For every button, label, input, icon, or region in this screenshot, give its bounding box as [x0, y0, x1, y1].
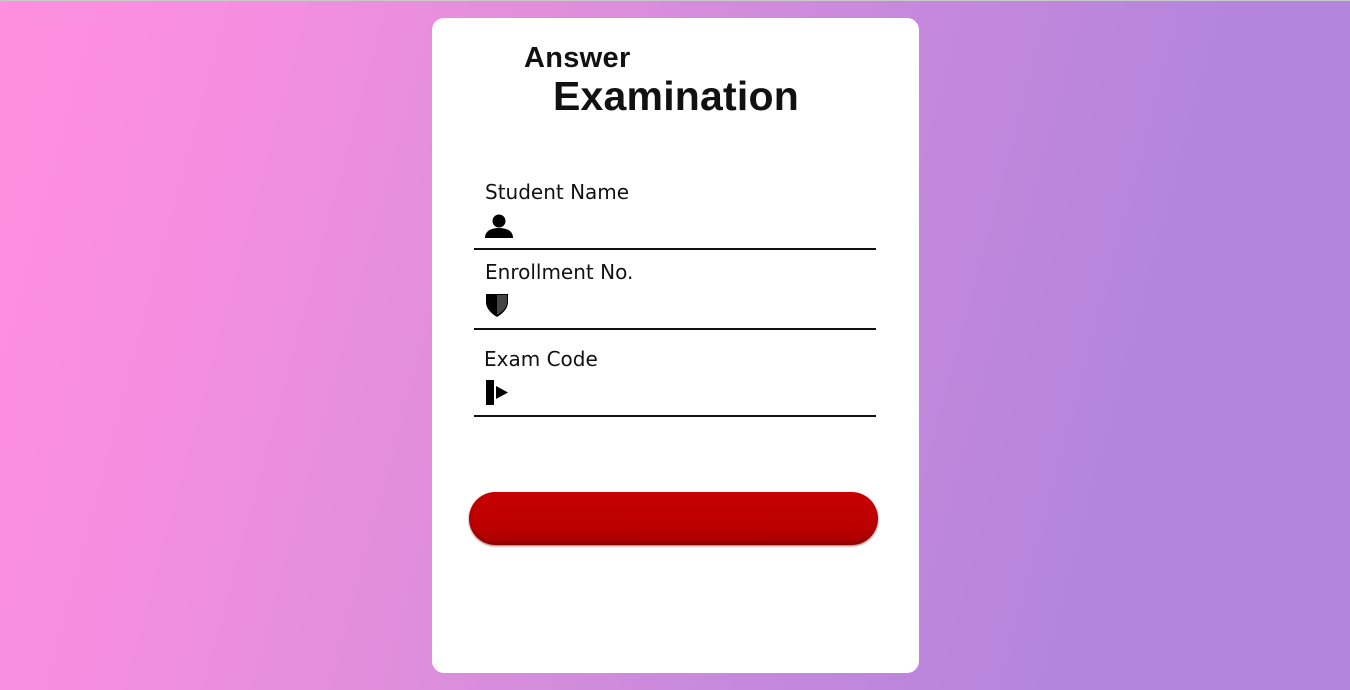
exam-code-label: Exam Code	[484, 347, 598, 371]
exam-code-underline	[474, 415, 876, 417]
exam-code-field: Exam Code	[474, 347, 876, 419]
login-card: Answer Examination Student Name Enrollme…	[432, 18, 919, 673]
title-answer: Answer	[524, 42, 631, 74]
student-name-input[interactable]	[520, 213, 870, 241]
enrollment-label: Enrollment No.	[485, 260, 634, 284]
student-name-label: Student Name	[485, 180, 630, 204]
shield-icon	[484, 292, 516, 320]
sign-in-icon	[484, 379, 516, 407]
student-name-underline	[474, 248, 876, 250]
exam-code-input[interactable]	[520, 379, 870, 407]
student-name-field: Student Name	[474, 180, 876, 252]
title-examination: Examination	[553, 73, 799, 119]
user-icon	[484, 213, 516, 241]
submit-button[interactable]	[469, 492, 878, 545]
enrollment-underline	[474, 328, 876, 330]
enrollment-field: Enrollment No.	[474, 260, 876, 332]
top-border	[0, 0, 1350, 1]
enrollment-input[interactable]	[520, 292, 870, 320]
